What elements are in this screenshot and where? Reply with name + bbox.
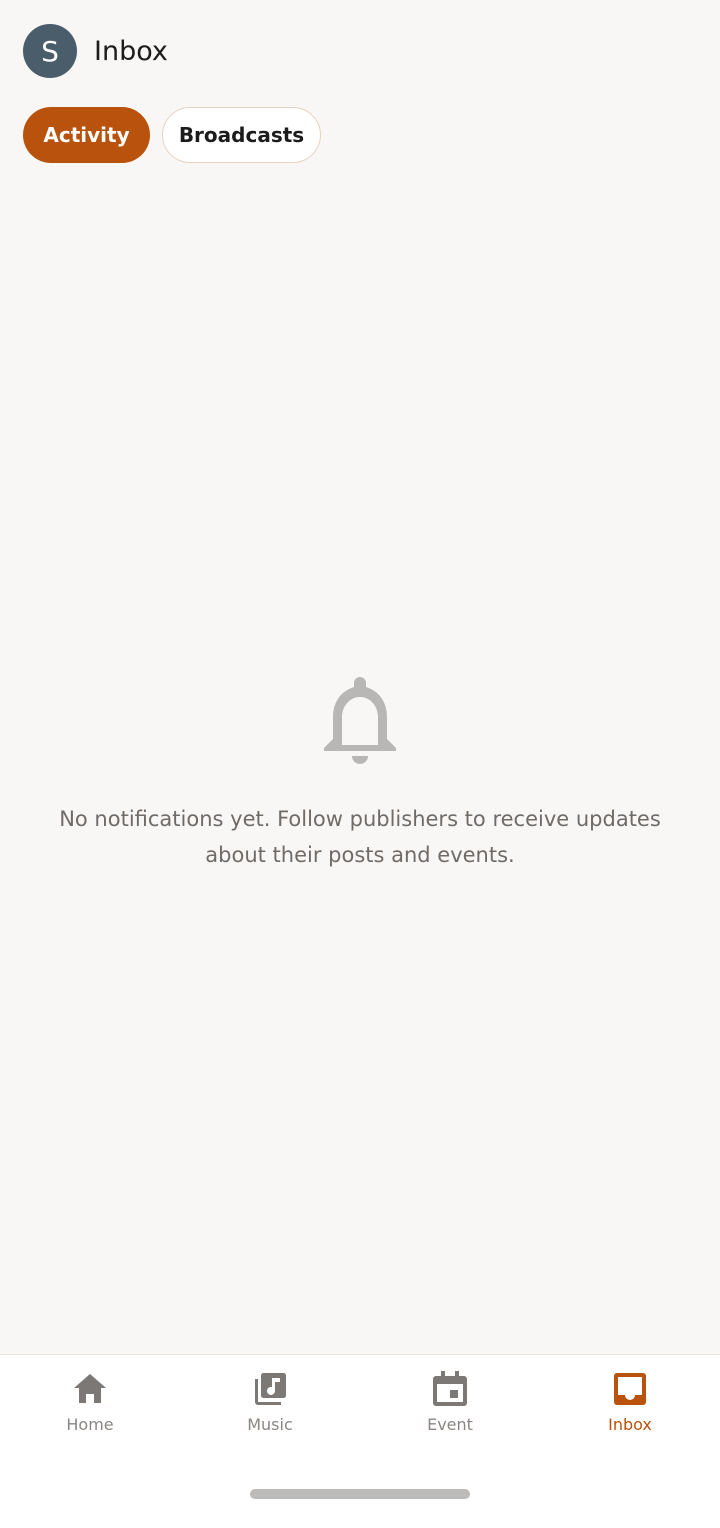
home-indicator[interactable]: [250, 1489, 470, 1499]
bell-icon: [324, 677, 396, 764]
page-title: Inbox: [94, 35, 168, 67]
nav-event[interactable]: Event: [360, 1369, 540, 1434]
home-icon: [74, 1374, 106, 1403]
bottom-navigation: Home Music Event Inbox: [0, 1354, 720, 1528]
nav-home-label: Home: [66, 1415, 114, 1434]
inbox-screen: S Inbox Activity Broadcasts No notificat…: [0, 0, 720, 1528]
nav-music-label: Music: [247, 1415, 293, 1434]
tab-broadcasts[interactable]: Broadcasts: [162, 107, 321, 163]
tab-bar: Activity Broadcasts: [23, 107, 321, 163]
header: S Inbox: [23, 24, 168, 78]
nav-home[interactable]: Home: [0, 1369, 180, 1434]
tab-activity[interactable]: Activity: [23, 107, 150, 163]
avatar[interactable]: S: [23, 24, 77, 78]
calendar-icon: [433, 1371, 467, 1406]
nav-inbox[interactable]: Inbox: [540, 1369, 720, 1434]
nav-inbox-label: Inbox: [608, 1415, 652, 1434]
inbox-icon: [614, 1373, 646, 1405]
empty-state-message: No notifications yet. Follow publishers …: [59, 807, 661, 867]
music-library-icon: [255, 1373, 286, 1405]
nav-music[interactable]: Music: [180, 1369, 360, 1434]
nav-event-label: Event: [427, 1415, 473, 1434]
empty-state: No notifications yet. Follow publishers …: [0, 675, 720, 873]
